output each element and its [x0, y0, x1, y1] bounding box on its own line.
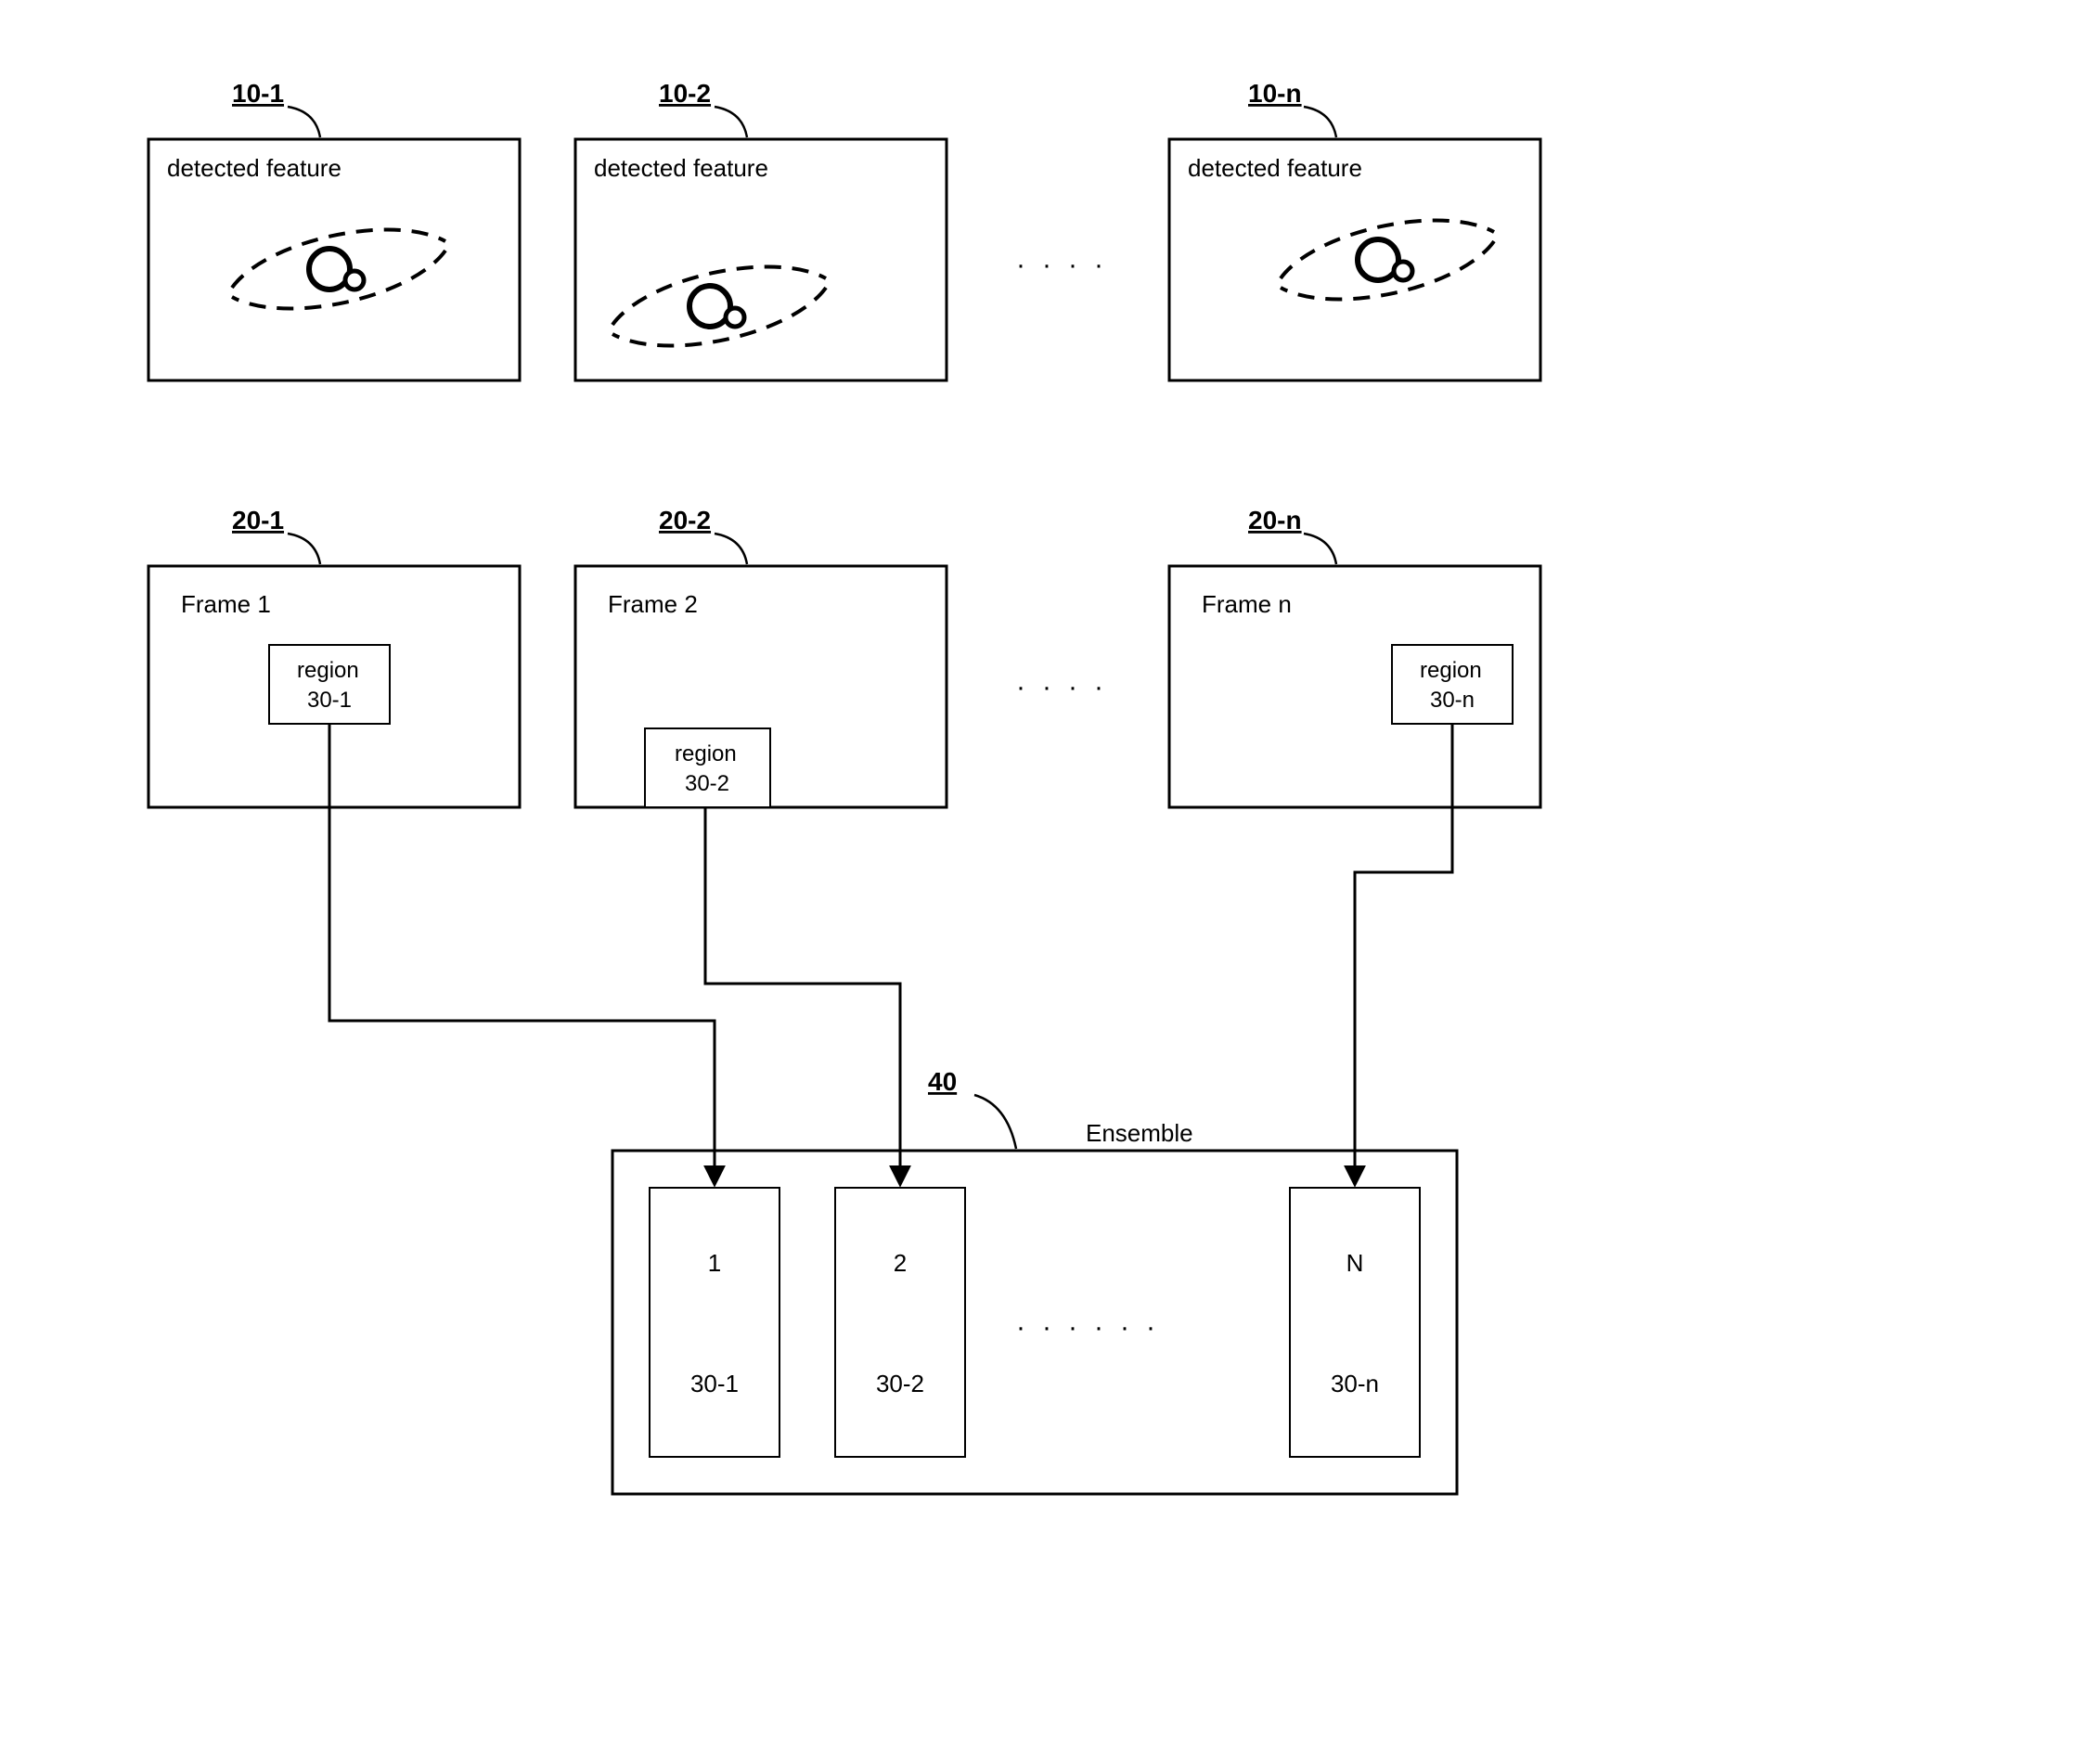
- ref-40: 40: [928, 1067, 957, 1096]
- box-10-1: detected feature 10-1: [148, 79, 520, 380]
- dots-row1: ····: [1016, 250, 1120, 280]
- arrow-30-2-to-ens: [705, 807, 900, 1183]
- label-frame-1: Frame 1: [181, 590, 271, 618]
- dots-row2: ····: [1016, 672, 1120, 702]
- label-detected-1: detected feature: [167, 154, 341, 182]
- box-20-n: Frame n region 30-n 20-n: [1169, 506, 1540, 807]
- label-ensemble: Ensemble: [1086, 1119, 1193, 1147]
- ref-30-1: 30-1: [307, 688, 352, 713]
- ref-30-n: 30-n: [1430, 688, 1475, 713]
- ens-2-top: 2: [894, 1249, 907, 1277]
- label-detected-2: detected feature: [594, 154, 768, 182]
- label-frame-2: Frame 2: [608, 590, 698, 618]
- ref-20-n: 20-n: [1248, 506, 1302, 534]
- ens-n-top: N: [1346, 1249, 1364, 1277]
- ref-30-2: 30-2: [685, 771, 729, 796]
- ref-20-2: 20-2: [659, 506, 711, 534]
- label-region-n: region: [1420, 658, 1482, 683]
- dots-ensemble: ······: [1016, 1312, 1172, 1343]
- box-10-n: detected feature 10-n: [1169, 79, 1540, 380]
- ens-n-bot: 30-n: [1331, 1370, 1379, 1397]
- ens-1-top: 1: [708, 1249, 721, 1277]
- label-frame-n: Frame n: [1202, 590, 1292, 618]
- ref-20-1: 20-1: [232, 506, 284, 534]
- box-10-2: detected feature 10-2: [575, 79, 947, 380]
- ens-2-bot: 30-2: [876, 1370, 924, 1397]
- ref-10-2: 10-2: [659, 79, 711, 108]
- box-20-2: Frame 2 region 30-2 20-2: [575, 506, 947, 807]
- ref-10-n: 10-n: [1248, 79, 1302, 108]
- label-detected-n: detected feature: [1188, 154, 1362, 182]
- ref-10-1: 10-1: [232, 79, 284, 108]
- label-region-1: region: [297, 658, 359, 683]
- ens-1-bot: 30-1: [690, 1370, 739, 1397]
- diagram: detected feature 10-1 detected feature 1…: [0, 0, 2100, 1751]
- box-20-1: Frame 1 region 30-1 20-1: [148, 506, 520, 807]
- label-region-2: region: [675, 741, 737, 766]
- box-40-ensemble: Ensemble 40 1 30-1 2 30-2 ······ N 30-n: [612, 1067, 1457, 1494]
